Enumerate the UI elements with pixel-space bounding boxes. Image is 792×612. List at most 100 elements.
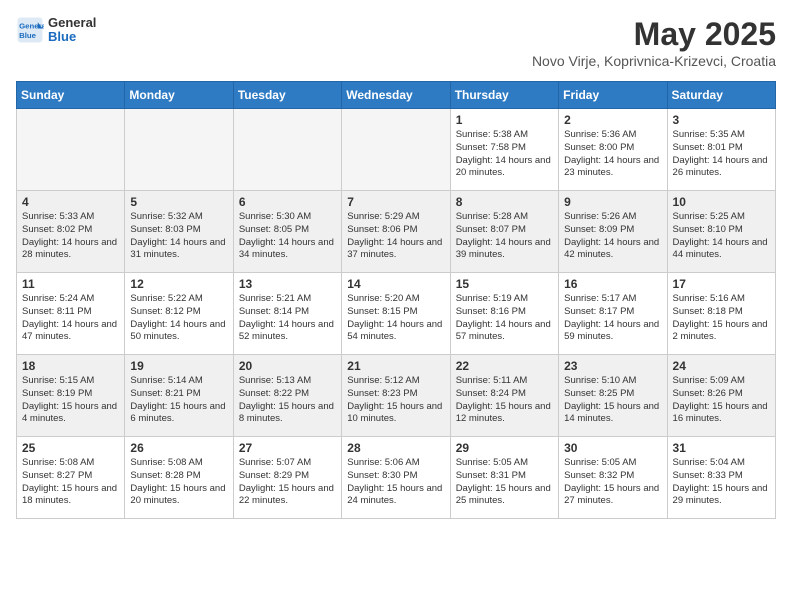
calendar-cell: 11 Sunrise: 5:24 AMSunset: 8:11 PMDayligh… — [17, 273, 125, 355]
calendar-cell: 23 Sunrise: 5:10 AMSunset: 8:25 PMDayligh… — [559, 355, 667, 437]
calendar-cell: 2 Sunrise: 5:36 AMSunset: 8:00 PMDaylight… — [559, 109, 667, 191]
calendar-cell: 14 Sunrise: 5:20 AMSunset: 8:15 PMDayligh… — [342, 273, 450, 355]
week-row-1: 1Sunrise: 5:38 AMSunset: 7:58 PMDaylight… — [17, 109, 776, 191]
day-number: 13 — [239, 277, 336, 291]
cell-info: Sunrise: 5:05 AMSunset: 8:32 PMDaylight:… — [564, 457, 661, 508]
cell-info: Sunrise: 5:20 AMSunset: 8:15 PMDaylight:… — [347, 293, 444, 344]
week-row-4: 18 Sunrise: 5:15 AMSunset: 8:19 PMDayligh… — [17, 355, 776, 437]
cell-info: Sunrise: 5:38 AMSunset: 7:58 PMDaylight:… — [456, 129, 553, 180]
calendar-cell — [125, 109, 233, 191]
calendar-cell: 28Sunrise: 5:06 AMSunset: 8:30 PMDayligh… — [342, 437, 450, 519]
cell-info: Sunrise: 5:11 AMSunset: 8:24 PMDaylight:… — [456, 375, 553, 426]
calendar-cell: 5 Sunrise: 5:32 AMSunset: 8:03 PMDaylight… — [125, 191, 233, 273]
cell-info: Sunrise: 5:14 AMSunset: 8:21 PMDaylight:… — [130, 375, 227, 426]
calendar-cell: 18 Sunrise: 5:15 AMSunset: 8:19 PMDayligh… — [17, 355, 125, 437]
day-number: 16 — [564, 277, 661, 291]
calendar-cell: 20 Sunrise: 5:13 AMSunset: 8:22 PMDayligh… — [233, 355, 341, 437]
svg-text:Blue: Blue — [19, 31, 37, 40]
calendar-cell: 7 Sunrise: 5:29 AMSunset: 8:06 PMDaylight… — [342, 191, 450, 273]
calendar-cell: 15Sunrise: 5:19 AMSunset: 8:16 PMDayligh… — [450, 273, 558, 355]
day-number: 25 — [22, 441, 119, 455]
day-number: 18 — [22, 359, 119, 373]
calendar-cell: 3 Sunrise: 5:35 AMSunset: 8:01 PMDaylight… — [667, 109, 775, 191]
location-subtitle: Novo Virje, Koprivnica-Krizevci, Croatia — [532, 53, 776, 69]
page-header: General Blue General Blue May 2025 Novo … — [16, 16, 776, 69]
col-header-saturday: Saturday — [667, 82, 775, 109]
day-number: 12 — [130, 277, 227, 291]
col-header-wednesday: Wednesday — [342, 82, 450, 109]
calendar-table: SundayMondayTuesdayWednesdayThursdayFrid… — [16, 81, 776, 519]
calendar-cell: 24 Sunrise: 5:09 AMSunset: 8:26 PMDayligh… — [667, 355, 775, 437]
cell-info: Sunrise: 5:26 AMSunset: 8:09 PMDaylight:… — [564, 211, 661, 262]
day-number: 24 — [673, 359, 770, 373]
calendar-cell: 16 Sunrise: 5:17 AMSunset: 8:17 PMDayligh… — [559, 273, 667, 355]
cell-info: Sunrise: 5:30 AMSunset: 8:05 PMDaylight:… — [239, 211, 336, 262]
cell-info: Sunrise: 5:32 AMSunset: 8:03 PMDaylight:… — [130, 211, 227, 262]
days-header-row: SundayMondayTuesdayWednesdayThursdayFrid… — [17, 82, 776, 109]
calendar-cell: 12 Sunrise: 5:22 AMSunset: 8:12 PMDayligh… — [125, 273, 233, 355]
day-number: 6 — [239, 195, 336, 209]
cell-info: Sunrise: 5:12 AMSunset: 8:23 PMDaylight:… — [347, 375, 444, 426]
cell-info: Sunrise: 5:10 AMSunset: 8:25 PMDaylight:… — [564, 375, 661, 426]
cell-info: Sunrise: 5:16 AMSunset: 8:18 PMDaylight:… — [673, 293, 770, 344]
day-number: 19 — [130, 359, 227, 373]
day-number: 21 — [347, 359, 444, 373]
calendar-cell — [233, 109, 341, 191]
calendar-cell: 9 Sunrise: 5:26 AMSunset: 8:09 PMDaylight… — [559, 191, 667, 273]
logo-line2: Blue — [48, 30, 96, 44]
day-number: 10 — [673, 195, 770, 209]
calendar-cell: 13 Sunrise: 5:21 AMSunset: 8:14 PMDayligh… — [233, 273, 341, 355]
week-row-5: 25 Sunrise: 5:08 AMSunset: 8:27 PMDayligh… — [17, 437, 776, 519]
calendar-cell: 25 Sunrise: 5:08 AMSunset: 8:27 PMDayligh… — [17, 437, 125, 519]
cell-info: Sunrise: 5:24 AMSunset: 8:11 PMDaylight:… — [22, 293, 119, 344]
cell-info: Sunrise: 5:36 AMSunset: 8:00 PMDaylight:… — [564, 129, 661, 180]
day-number: 31 — [673, 441, 770, 455]
calendar-cell: 29 Sunrise: 5:05 AMSunset: 8:31 PMDayligh… — [450, 437, 558, 519]
cell-info: Sunrise: 5:21 AMSunset: 8:14 PMDaylight:… — [239, 293, 336, 344]
cell-info: Sunrise: 5:06 AMSunset: 8:30 PMDaylight:… — [347, 457, 444, 508]
day-number: 15 — [456, 277, 553, 291]
week-row-3: 11 Sunrise: 5:24 AMSunset: 8:11 PMDayligh… — [17, 273, 776, 355]
col-header-monday: Monday — [125, 82, 233, 109]
cell-info: Sunrise: 5:35 AMSunset: 8:01 PMDaylight:… — [673, 129, 770, 180]
day-number: 20 — [239, 359, 336, 373]
day-number: 11 — [22, 277, 119, 291]
col-header-thursday: Thursday — [450, 82, 558, 109]
cell-info: Sunrise: 5:05 AMSunset: 8:31 PMDaylight:… — [456, 457, 553, 508]
day-number: 30 — [564, 441, 661, 455]
calendar-cell: 22 Sunrise: 5:11 AMSunset: 8:24 PMDayligh… — [450, 355, 558, 437]
calendar-cell: 21 Sunrise: 5:12 AMSunset: 8:23 PMDayligh… — [342, 355, 450, 437]
cell-info: Sunrise: 5:15 AMSunset: 8:19 PMDaylight:… — [22, 375, 119, 426]
day-number: 9 — [564, 195, 661, 209]
cell-info: Sunrise: 5:22 AMSunset: 8:12 PMDaylight:… — [130, 293, 227, 344]
day-number: 2 — [564, 113, 661, 127]
day-number: 7 — [347, 195, 444, 209]
calendar-cell: 8Sunrise: 5:28 AMSunset: 8:07 PMDaylight… — [450, 191, 558, 273]
calendar-cell: 26Sunrise: 5:08 AMSunset: 8:28 PMDayligh… — [125, 437, 233, 519]
col-header-friday: Friday — [559, 82, 667, 109]
day-number: 3 — [673, 113, 770, 127]
day-number: 4 — [22, 195, 119, 209]
cell-info: Sunrise: 5:25 AMSunset: 8:10 PMDaylight:… — [673, 211, 770, 262]
calendar-cell: 4Sunrise: 5:33 AMSunset: 8:02 PMDaylight… — [17, 191, 125, 273]
calendar-cell — [17, 109, 125, 191]
week-row-2: 4Sunrise: 5:33 AMSunset: 8:02 PMDaylight… — [17, 191, 776, 273]
calendar-cell: 31Sunrise: 5:04 AMSunset: 8:33 PMDayligh… — [667, 437, 775, 519]
day-number: 22 — [456, 359, 553, 373]
cell-info: Sunrise: 5:17 AMSunset: 8:17 PMDaylight:… — [564, 293, 661, 344]
cell-info: Sunrise: 5:13 AMSunset: 8:22 PMDaylight:… — [239, 375, 336, 426]
cell-info: Sunrise: 5:09 AMSunset: 8:26 PMDaylight:… — [673, 375, 770, 426]
logo: General Blue General Blue — [16, 16, 96, 45]
day-number: 8 — [456, 195, 553, 209]
logo-line1: General — [48, 16, 96, 30]
day-number: 29 — [456, 441, 553, 455]
calendar-cell: 10 Sunrise: 5:25 AMSunset: 8:10 PMDayligh… — [667, 191, 775, 273]
day-number: 27 — [239, 441, 336, 455]
day-number: 23 — [564, 359, 661, 373]
cell-info: Sunrise: 5:29 AMSunset: 8:06 PMDaylight:… — [347, 211, 444, 262]
day-number: 14 — [347, 277, 444, 291]
cell-info: Sunrise: 5:08 AMSunset: 8:27 PMDaylight:… — [22, 457, 119, 508]
calendar-cell — [342, 109, 450, 191]
day-number: 5 — [130, 195, 227, 209]
cell-info: Sunrise: 5:07 AMSunset: 8:29 PMDaylight:… — [239, 457, 336, 508]
